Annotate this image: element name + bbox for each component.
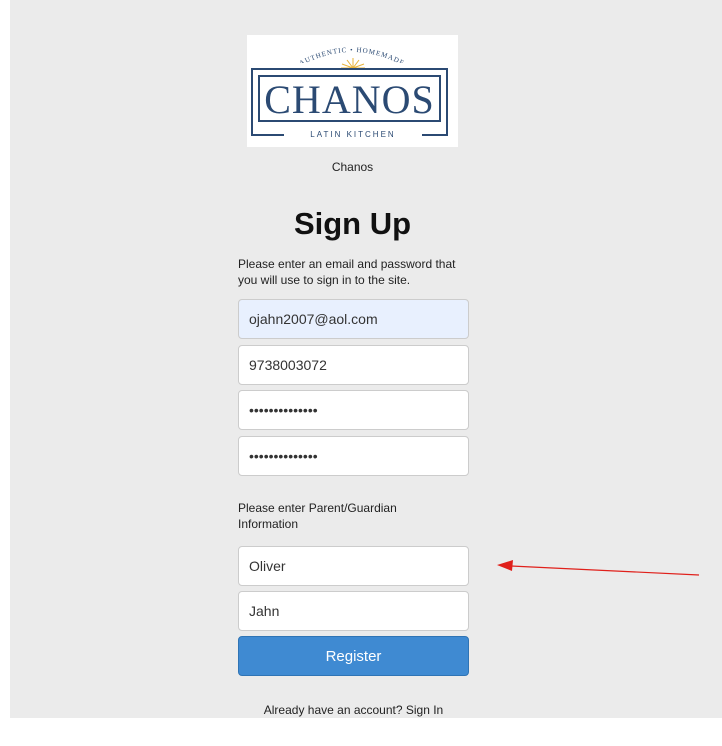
phone-field[interactable] [238,345,469,385]
parent-first-name-field[interactable] [238,546,469,586]
parent-guardian-instructions: Please enter Parent/Guardian Information [238,501,397,531]
password-field[interactable] [238,390,469,430]
parent-last-name-field[interactable] [238,591,469,631]
signin-link[interactable]: Already have an account? Sign In [264,703,443,717]
annotation-arrow-icon [497,560,700,576]
register-button[interactable]: Register [238,636,469,676]
restaurant-name: Chanos [331,160,374,174]
logo-wordmark: CHANOS [264,77,435,122]
confirm-password-field[interactable] [238,436,469,476]
email-field[interactable] [238,299,469,339]
page-title: Sign Up [293,206,412,241]
chanos-logo: AUTHENTIC • HOMEMADE CHANOS LATIN KITCHE… [247,35,458,147]
signup-instructions: Please enter an email and password that … [238,257,456,287]
signin-prompt[interactable]: Already have an account? Sign In [238,703,469,717]
logo-tagline: LATIN KITCHEN [284,128,422,142]
